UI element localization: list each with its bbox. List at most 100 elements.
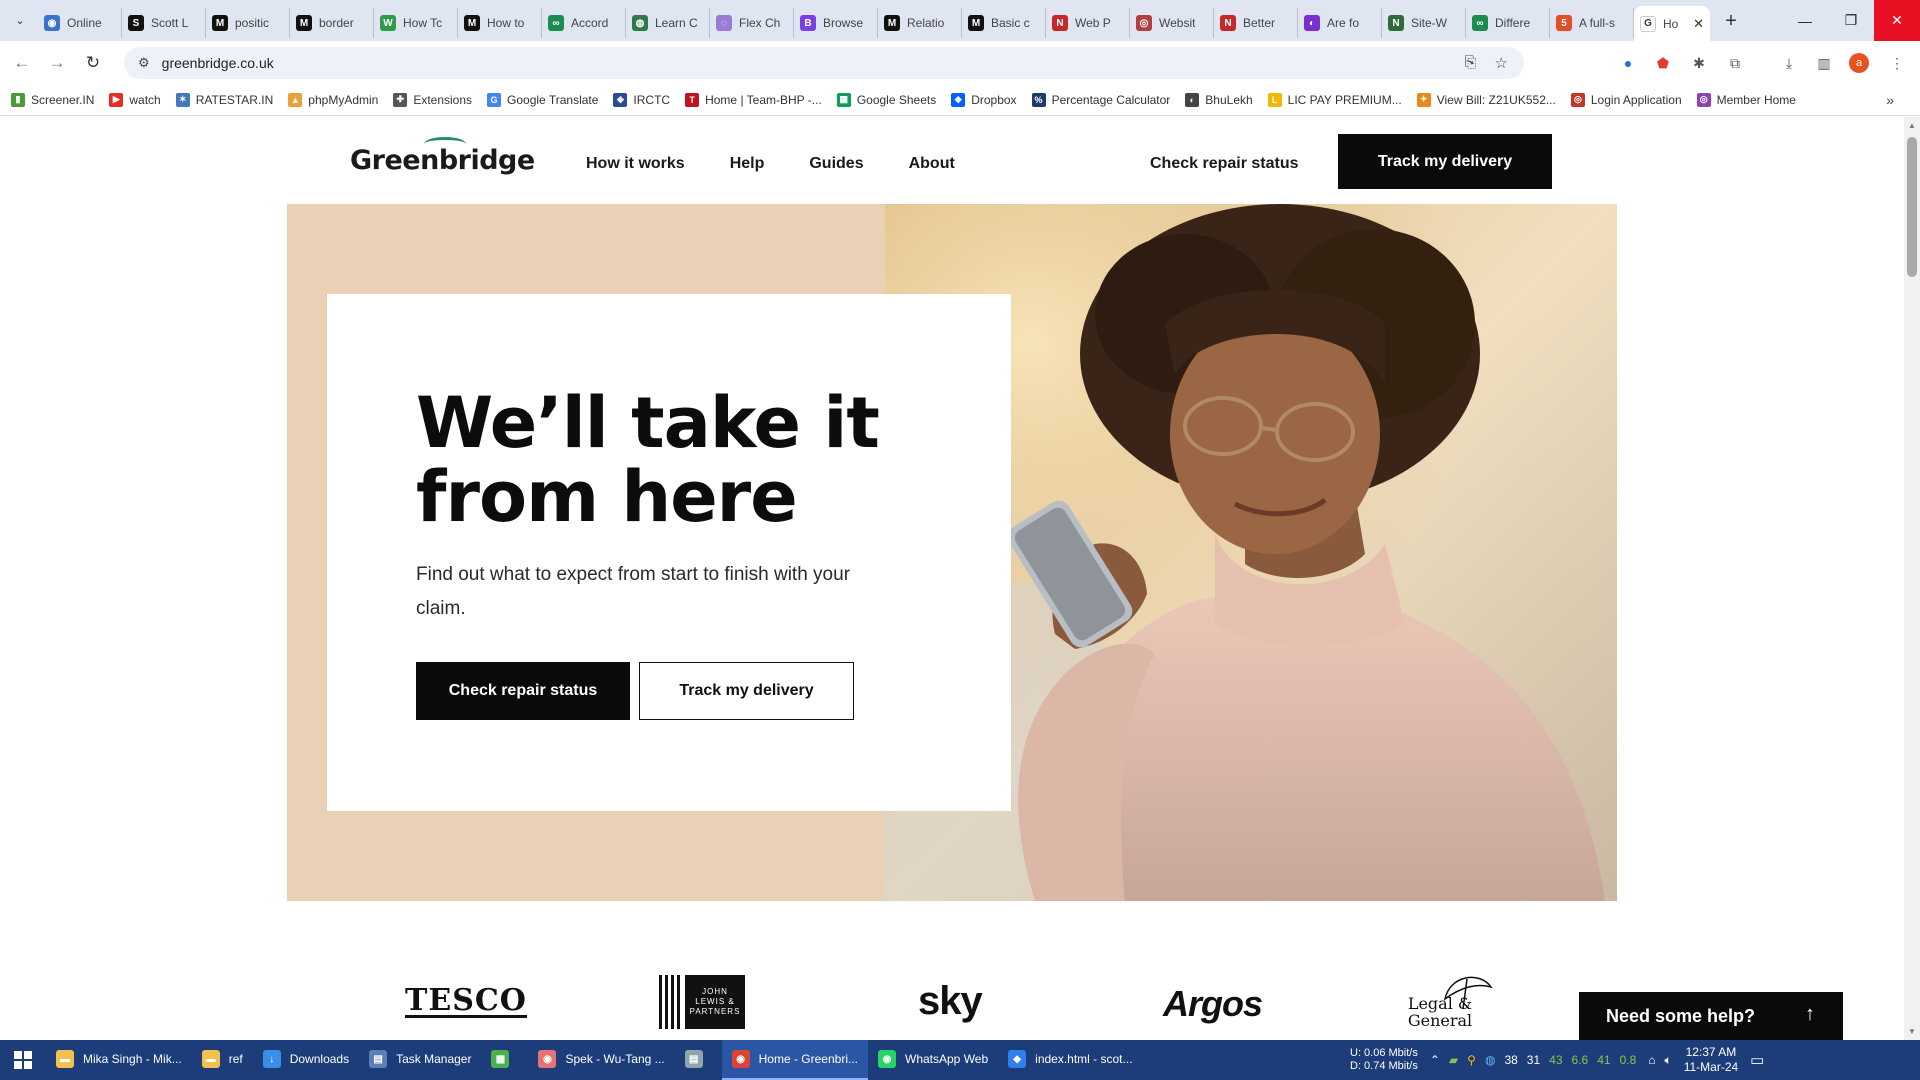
windows-start-button[interactable] [0, 1040, 46, 1080]
downloads-icon[interactable]: ⤓ [1778, 52, 1800, 74]
taskbar-app[interactable]: ▦ [481, 1040, 528, 1080]
browser-tab[interactable]: S Scott L [122, 8, 206, 38]
site-logo[interactable]: Greenbridge [350, 137, 535, 176]
active-tab[interactable]: G Ho ✕ [1634, 6, 1710, 41]
taskbar-app[interactable]: ▤ Task Manager [359, 1040, 481, 1080]
browser-tab[interactable]: ◍ Learn C [626, 8, 710, 38]
tab-search-button[interactable]: ⌄ [8, 9, 32, 31]
browser-tab[interactable]: ◎ Websit [1130, 8, 1214, 38]
bookmark-item[interactable]: ▲ phpMyAdmin [288, 92, 378, 107]
bookmark-item[interactable]: T Home | Team-BHP -... [685, 92, 822, 107]
n-icon: N [1388, 15, 1404, 31]
taskbar-clock[interactable]: 12:37 AM 11-Mar-24 [1684, 1045, 1738, 1075]
install-app-icon[interactable]: ⎘ [1465, 54, 1477, 72]
address-bar[interactable]: ⚙ greenbridge.co.uk ⎘ ☆ [124, 47, 1524, 79]
scroll-down-icon[interactable]: ▼ [1908, 1027, 1916, 1036]
globe-tray-icon[interactable]: ◍ [1485, 1053, 1495, 1067]
new-tab-button[interactable]: + [1716, 6, 1746, 36]
browser-tab[interactable]: M Relatio [878, 8, 962, 38]
bookmark-item[interactable]: ▮ Screener.IN [11, 92, 94, 107]
extension-icon[interactable]: ● [1617, 52, 1639, 74]
browser-tab[interactable]: M How to [458, 8, 542, 38]
browser-tab[interactable]: ∞ Accord [542, 8, 626, 38]
bookmark-item[interactable]: G Google Translate [487, 92, 598, 107]
notifications-icon[interactable]: ▭ [1750, 1051, 1764, 1069]
hero-check-repair-button[interactable]: Check repair status [416, 662, 630, 720]
profile-avatar[interactable]: a [1849, 53, 1869, 73]
page-scrollbar[interactable]: ▲ ▼ [1904, 117, 1920, 1040]
scrollbar-thumb[interactable] [1907, 137, 1917, 277]
taskbar-app[interactable]: ◉ Home - Greenbri... [721, 1040, 868, 1080]
taskbar-app[interactable]: ◆ index.html - scot... [998, 1040, 1142, 1080]
browser-tab[interactable]: N Web P [1046, 8, 1130, 38]
tab-close-icon[interactable]: ✕ [1693, 16, 1704, 32]
search-tray-icon[interactable]: ⚲ [1467, 1053, 1476, 1067]
tray-value[interactable]: 6.6 [1572, 1053, 1589, 1067]
browser-tab[interactable]: Mpositic [206, 8, 290, 38]
nav-link-about[interactable]: About [909, 155, 955, 173]
bookmark-item[interactable]: L LIC PAY PREMIUM... [1267, 92, 1402, 107]
bookmark-item[interactable]: ✚ Extensions [393, 92, 472, 107]
bug-extension-icon[interactable]: ✱ [1688, 52, 1710, 74]
hero-track-delivery-button[interactable]: Track my delivery [639, 662, 854, 720]
menu-kebab-icon[interactable]: ⋮ [1886, 52, 1908, 74]
browser-tab[interactable]: B Browse [794, 8, 878, 38]
site-info-icon[interactable]: ⚙ [138, 55, 150, 71]
reload-button[interactable]: ↻ [81, 51, 105, 75]
bookmark-item[interactable]: ◐ BhuLekh [1185, 92, 1253, 107]
taskbar-app[interactable]: ▬ ref [192, 1040, 253, 1080]
browser-tab[interactable]: N Site-W [1382, 8, 1466, 38]
bookmark-item[interactable]: ◈ IRCTC [613, 92, 670, 107]
bookmark-item[interactable]: ▶ watch [109, 92, 161, 107]
browser-tab[interactable]: 5 A full-s [1550, 8, 1634, 38]
taskbar-app[interactable]: ▬ Mika Singh - Mik... [46, 1040, 192, 1080]
header-track-delivery-button[interactable]: Track my delivery [1338, 134, 1552, 189]
window-close-button[interactable]: ✕ [1874, 0, 1920, 41]
firefox-icon: ◐ [1304, 15, 1320, 31]
back-button[interactable]: ← [10, 51, 34, 75]
bookmark-item[interactable]: ✶ RATESTAR.IN [175, 92, 273, 107]
forward-button[interactable]: → [45, 51, 69, 75]
network-icon[interactable]: ⌂ [1648, 1053, 1655, 1067]
extensions-puzzle-icon[interactable]: ⧉ [1724, 52, 1746, 74]
tray-value[interactable]: 41 [1597, 1053, 1610, 1067]
folder-tray-icon[interactable]: ▰ [1449, 1053, 1458, 1067]
browser-tab[interactable]: M Basic c [962, 8, 1046, 38]
browser-tab[interactable]: ◉ Online [38, 8, 122, 38]
browser-tab[interactable]: Mborder [290, 8, 374, 38]
volume-icon[interactable]: 🔈︎ [1665, 1053, 1672, 1068]
need-help-button[interactable]: Need some help? ↑ [1579, 992, 1843, 1040]
header-check-repair-link[interactable]: Check repair status [1150, 155, 1299, 173]
minimize-button[interactable]: — [1782, 0, 1828, 41]
browser-tab[interactable]: ∞ Differe [1466, 8, 1550, 38]
browser-tab[interactable]: N Better [1214, 8, 1298, 38]
bookmark-item[interactable]: ◎ Login Application [1570, 92, 1682, 107]
nav-link-guides[interactable]: Guides [809, 155, 863, 173]
taskbar-app[interactable]: ◉ WhatsApp Web [868, 1040, 998, 1080]
bookmark-item[interactable]: ◆ Dropbox [951, 92, 1017, 107]
nav-link-help[interactable]: Help [730, 155, 765, 173]
taskbar-app[interactable]: ↓ Downloads [253, 1040, 359, 1080]
tray-value[interactable]: 31 [1527, 1053, 1540, 1067]
nav-link-how-it-works[interactable]: How it works [586, 155, 685, 173]
bookmark-item[interactable]: ◎ Member Home [1696, 92, 1796, 107]
nn-icon: N [1220, 15, 1236, 31]
side-panel-icon[interactable]: ▥ [1813, 52, 1835, 74]
taskbar-app[interactable]: ◉ Spek - Wu-Tang ... [528, 1040, 674, 1080]
bookmark-item[interactable]: ▦ Google Sheets [836, 92, 936, 107]
bookmarks-overflow-icon[interactable]: » [1886, 92, 1894, 108]
scroll-up-icon[interactable]: ▲ [1908, 121, 1916, 130]
tray-value[interactable]: 0.8 [1620, 1053, 1637, 1067]
bookmark-item[interactable]: % Percentage Calculator [1031, 92, 1170, 107]
tray-value[interactable]: 38 [1504, 1053, 1517, 1067]
tray-value[interactable]: 43 [1549, 1053, 1562, 1067]
taskbar-app[interactable]: ▤ [675, 1040, 722, 1080]
chevron-up-icon[interactable]: ⌃ [1430, 1053, 1440, 1067]
bookmark-star-icon[interactable]: ☆ [1495, 54, 1508, 72]
restore-button[interactable]: ❐ [1828, 0, 1874, 41]
browser-tab[interactable]: ◌ Flex Ch [710, 8, 794, 38]
browser-tab[interactable]: W How Tc [374, 8, 458, 38]
browser-tab[interactable]: ◐ Are fo [1298, 8, 1382, 38]
bookmark-item[interactable]: ✦ View Bill: Z21UK552... [1416, 92, 1556, 107]
shield-extension-icon[interactable]: ⬟ [1652, 52, 1674, 74]
